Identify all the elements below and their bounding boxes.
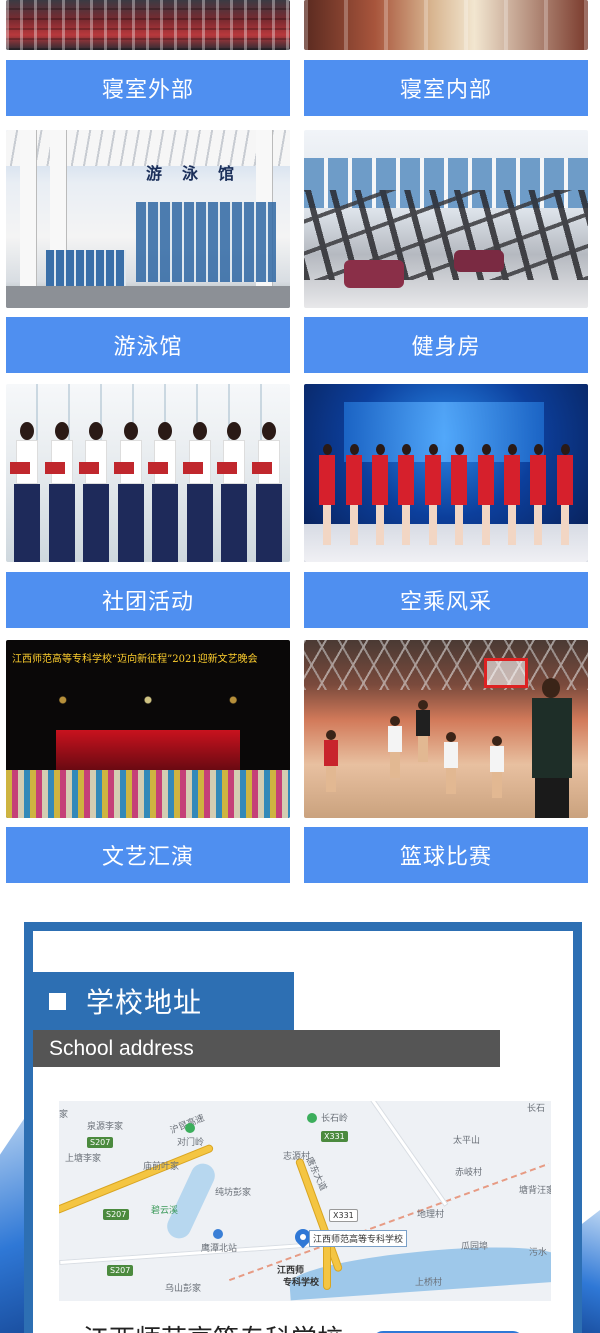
school-address-panel: 学校地址 School address 家 泉源李家 S207 上塘李家 沪昆高…	[33, 931, 573, 1333]
map-label: 碧云溪	[151, 1206, 179, 1216]
performance-banner: 江西师范高等专科学校“迈向新征程”2021迎新文艺晚会	[12, 654, 258, 665]
map-label: 纯坊彭家	[215, 1188, 252, 1198]
basketball-hoop	[484, 658, 528, 688]
swimming-pool-photo: 游泳馆	[6, 130, 290, 308]
performer	[113, 422, 144, 562]
map-label: 污水	[529, 1248, 548, 1258]
attendant	[424, 444, 441, 554]
road-shield: S207	[103, 1209, 130, 1220]
pool-sign: 游泳馆	[146, 164, 255, 183]
performer	[217, 422, 248, 562]
swimming-pool-caption: 游泳馆	[6, 317, 290, 373]
attendant	[398, 444, 415, 554]
performer	[251, 422, 282, 562]
art-performance-caption: 文艺汇演	[6, 827, 290, 883]
poi-marker-icon	[185, 1123, 195, 1133]
performer	[148, 422, 179, 562]
stage-lights	[6, 680, 290, 720]
map-label: 地理村	[417, 1210, 445, 1220]
address-title-bar: 学校地址	[33, 972, 294, 1030]
map-label: 塘背汪家	[519, 1186, 551, 1196]
attendant	[477, 444, 494, 554]
map-label: 瓜园埠	[461, 1242, 489, 1252]
road-shield: X331	[329, 1209, 358, 1222]
performer	[44, 422, 75, 562]
map-label: 泉源李家	[87, 1122, 124, 1132]
dorm-interior-caption: 寝室内部	[304, 60, 588, 116]
map-label: 乌山彭家	[165, 1284, 202, 1294]
dorm-interior-photo	[304, 0, 588, 50]
map-label: 庙前叶家	[143, 1162, 180, 1172]
map-label: 鹰潭北站	[201, 1244, 238, 1254]
referee	[532, 678, 572, 818]
attendant	[530, 444, 547, 554]
performer	[10, 422, 41, 562]
club-activities-photo	[6, 384, 290, 562]
station-marker-icon	[213, 1229, 223, 1239]
road-shield: S207	[87, 1137, 114, 1148]
pool-pillar	[20, 130, 36, 308]
gym-caption: 健身房	[304, 317, 588, 373]
poi-marker-icon	[307, 1113, 317, 1123]
attendant	[371, 444, 388, 554]
map-label: 长石	[527, 1104, 546, 1114]
performer	[79, 422, 110, 562]
flight-attendants-caption: 空乘风采	[304, 572, 588, 628]
attendant	[556, 444, 573, 554]
basketball-photo	[304, 640, 588, 818]
road-shield: S207	[107, 1265, 134, 1276]
attendant	[319, 444, 336, 554]
club-activities-caption: 社团活动	[6, 572, 290, 628]
gym-photo	[304, 130, 588, 308]
map-label: 对门岭	[177, 1138, 205, 1148]
map-label: 太平山	[453, 1136, 481, 1146]
road-shield: X331	[321, 1131, 348, 1142]
attendant	[503, 444, 520, 554]
location-map[interactable]: 家 泉源李家 S207 上塘李家 沪昆高速 对门岭 庙前叶家 纯坊彭家 S207…	[59, 1101, 551, 1301]
player	[416, 700, 430, 762]
player	[490, 736, 504, 798]
pool-ground	[6, 286, 290, 308]
map-pin-callout: 江西师范高等专科学校	[309, 1230, 408, 1247]
square-bullet-icon	[49, 992, 66, 1010]
player	[388, 716, 402, 778]
address-subtitle: School address	[33, 1030, 500, 1067]
map-label: 家	[59, 1110, 69, 1120]
address-title: 学校地址	[86, 986, 203, 1019]
art-performance-photo: 江西师范高等专科学校“迈向新征程”2021迎新文艺晚会	[6, 640, 290, 818]
basketball-caption: 篮球比赛	[304, 827, 588, 883]
performer	[182, 422, 213, 562]
gym-seat	[454, 250, 504, 272]
map-label: 上桥村	[415, 1278, 443, 1288]
stage-backdrop	[56, 730, 240, 770]
map-stream	[163, 1159, 219, 1243]
player	[444, 732, 458, 794]
player	[324, 730, 338, 792]
attendant-group	[314, 444, 578, 554]
pool-glass-facade	[46, 250, 126, 290]
pool-glass-facade	[136, 202, 276, 282]
gym-seat	[344, 260, 404, 288]
attendant	[451, 444, 468, 554]
performers-crowd	[6, 770, 290, 818]
map-label: 赤岐村	[455, 1168, 483, 1178]
dorm-exterior-caption: 寝室外部	[6, 60, 290, 116]
map-label: 专科学校	[283, 1278, 320, 1288]
school-address-section: 学校地址 School address 家 泉源李家 S207 上塘李家 沪昆高…	[24, 922, 582, 1333]
club-performers	[6, 422, 290, 562]
dorm-exterior-photo	[6, 0, 290, 50]
map-label: 上塘李家	[65, 1154, 102, 1164]
map-label: 长石岭	[321, 1114, 349, 1124]
attendant	[345, 444, 362, 554]
school-name: 江西师范高等专科学校	[59, 1301, 551, 1333]
flight-attendants-photo	[304, 384, 588, 562]
